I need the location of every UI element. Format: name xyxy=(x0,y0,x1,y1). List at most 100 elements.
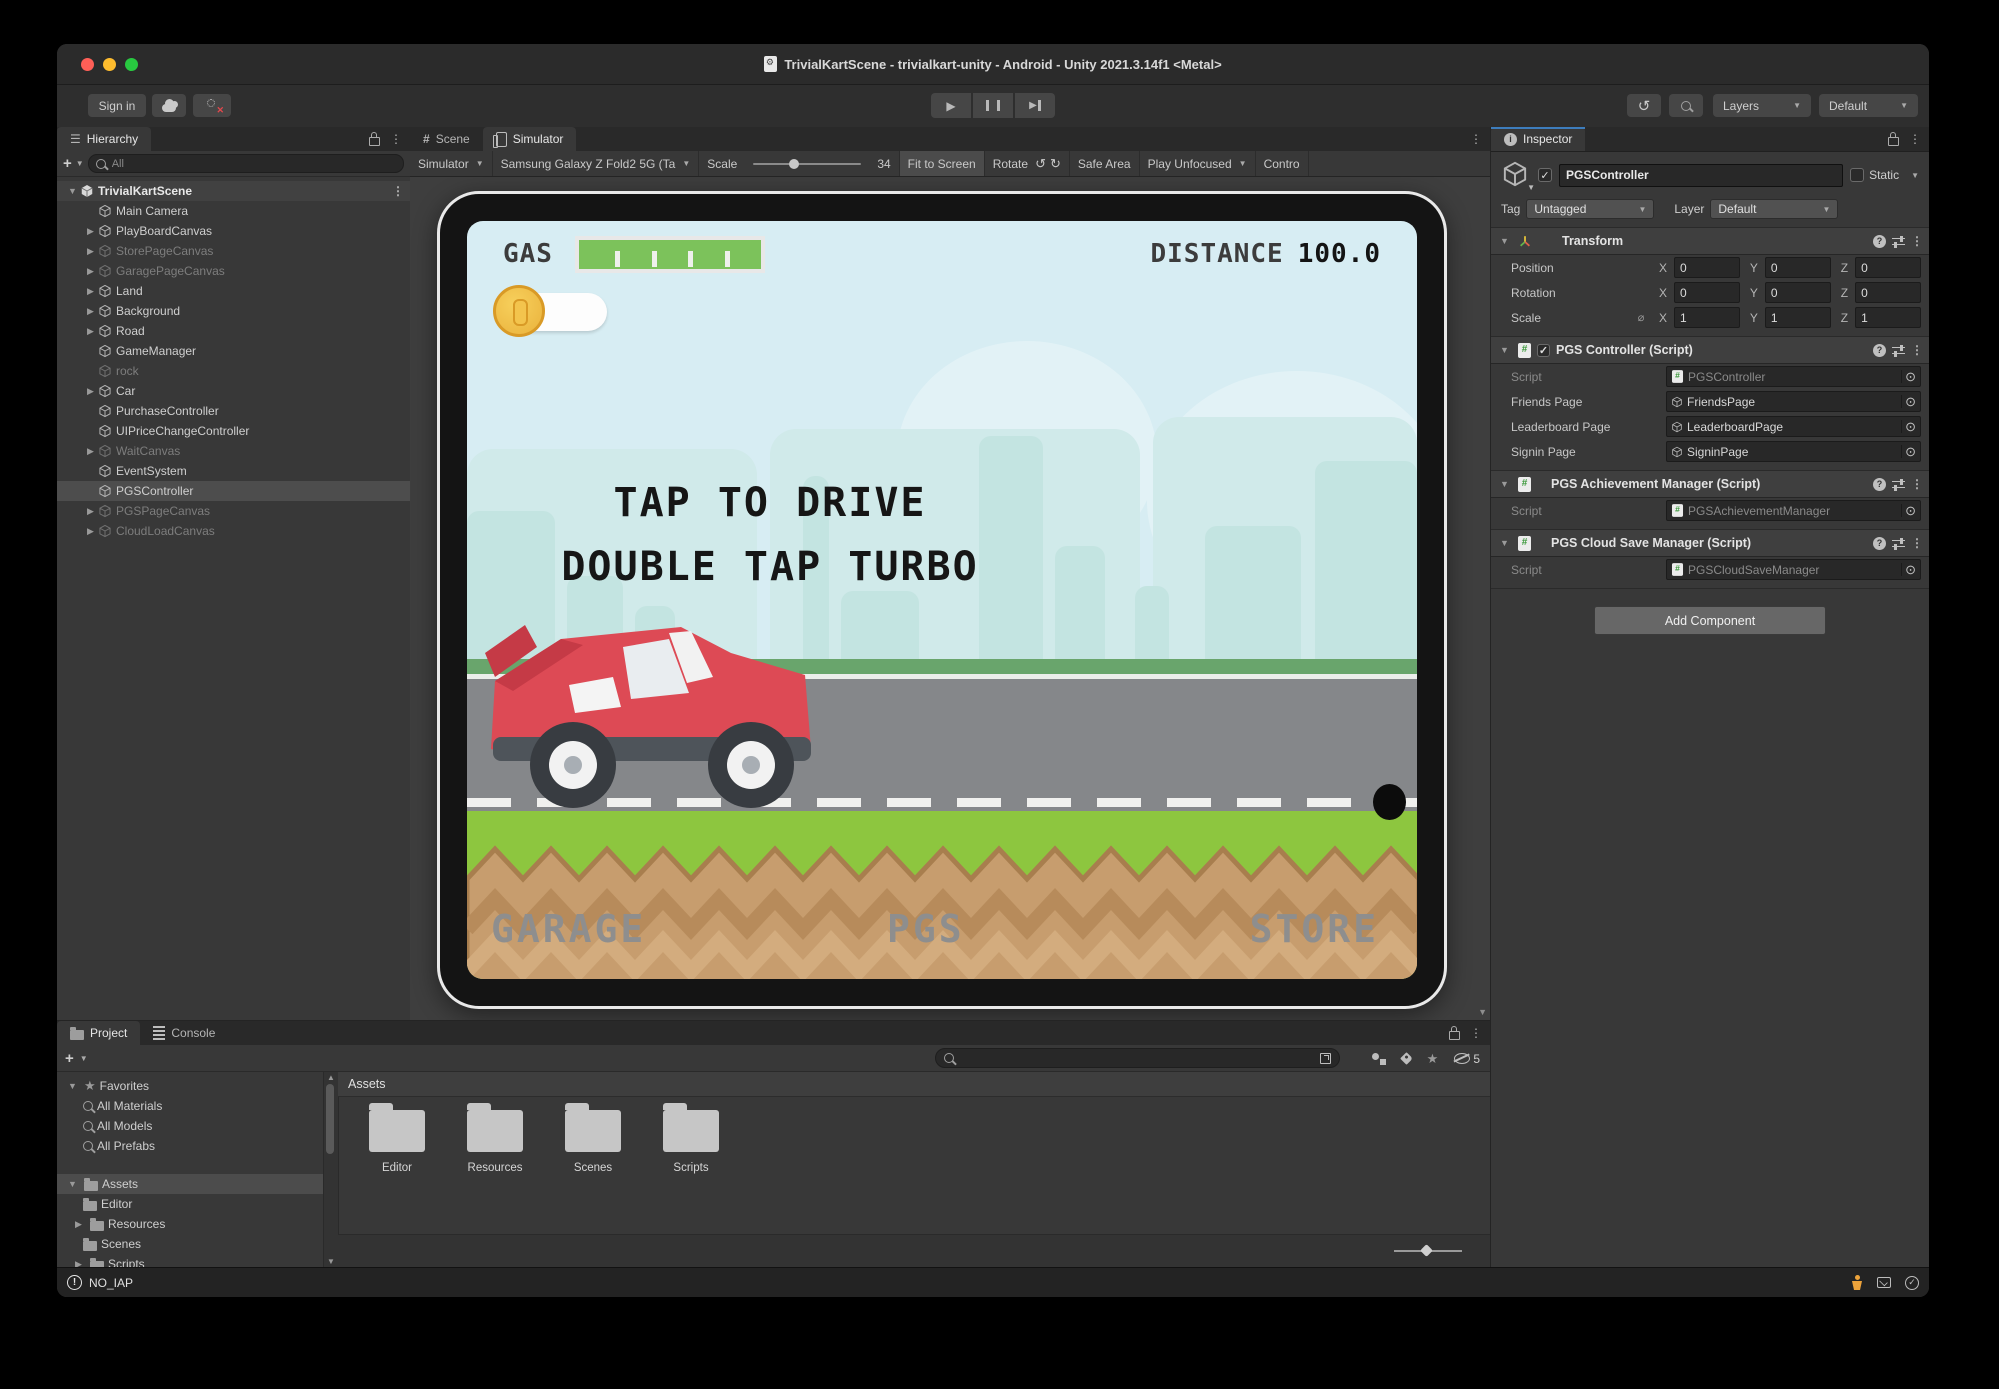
kebab-menu-icon[interactable]: ⋮ xyxy=(1911,235,1923,247)
foldout-open-icon[interactable]: ▼ xyxy=(65,186,80,196)
object-picker-icon[interactable]: ⊙ xyxy=(1901,445,1916,458)
foldout-closed-icon[interactable]: ▶ xyxy=(83,526,98,537)
active-checkbox[interactable]: ✓ xyxy=(1538,168,1552,182)
tree-item-favorites[interactable]: ▼ ★ Favorites xyxy=(57,1076,323,1096)
hierarchy-item[interactable]: ▶WaitCanvas xyxy=(57,441,410,461)
scale-z-field[interactable]: 1 xyxy=(1855,307,1921,328)
search-by-label-icon[interactable] xyxy=(1400,1052,1413,1065)
create-asset-button[interactable]: + xyxy=(65,1050,74,1067)
tree-item-all-materials[interactable]: All Materials xyxy=(57,1096,323,1116)
hierarchy-item[interactable]: ▶PGSPageCanvas xyxy=(57,501,410,521)
create-dropdown-icon[interactable]: ▼ xyxy=(80,1054,88,1063)
help-icon[interactable]: ? xyxy=(1873,537,1886,550)
kebab-menu-icon[interactable]: ⋮ xyxy=(390,133,402,145)
kebab-menu-icon[interactable]: ⋮ xyxy=(1470,1027,1482,1039)
tab-scene[interactable]: # Scene xyxy=(410,127,483,151)
simulator-mode-dropdown[interactable]: Simulator▼ xyxy=(410,151,493,176)
search-everything-button[interactable] xyxy=(1669,94,1703,117)
hierarchy-item-selected[interactable]: PGSController xyxy=(57,481,410,501)
scroll-down-arrow-icon[interactable]: ▼ xyxy=(326,1257,336,1266)
tree-item-scenes[interactable]: Scenes xyxy=(57,1234,323,1254)
kebab-menu-icon[interactable]: ⋮ xyxy=(1911,478,1923,490)
scale-x-field[interactable]: 1 xyxy=(1674,307,1740,328)
pgs-controller-header[interactable]: ▼ ✓ PGS Controller (Script) ? ⋮ xyxy=(1491,337,1929,364)
layout-dropdown[interactable]: Default ▼ xyxy=(1819,94,1918,117)
search-by-type-icon[interactable] xyxy=(1372,1053,1386,1065)
script-reference-field[interactable]: PGSAchievementManager ⊙ xyxy=(1666,500,1921,521)
play-button[interactable]: ▶ xyxy=(931,93,971,118)
tab-hierarchy[interactable]: ☰ Hierarchy xyxy=(57,127,151,151)
presets-icon[interactable] xyxy=(1892,538,1905,549)
tab-console[interactable]: Console xyxy=(140,1021,228,1045)
kebab-menu-icon[interactable]: ⋮ xyxy=(1911,537,1923,549)
hierarchy-item[interactable]: ▶GaragePageCanvas xyxy=(57,261,410,281)
hierarchy-item[interactable]: rock xyxy=(57,361,410,381)
hierarchy-item[interactable]: ▶CloudLoadCanvas xyxy=(57,521,410,541)
scroll-down-arrow-icon[interactable]: ▼ xyxy=(1478,1007,1487,1017)
tree-item-resources[interactable]: ▶ Resources xyxy=(57,1214,323,1234)
control-dropdown[interactable]: Contro xyxy=(1256,151,1309,176)
hierarchy-item-scene[interactable]: ▼ TrivialKartScene ⋮ xyxy=(57,181,410,201)
hierarchy-item[interactable]: Main Camera xyxy=(57,201,410,221)
foldout-closed-icon[interactable]: ▶ xyxy=(83,506,98,517)
foldout-closed-icon[interactable]: ▶ xyxy=(83,306,98,317)
hierarchy-item[interactable]: ▶Road xyxy=(57,321,410,341)
scale-y-field[interactable]: 1 xyxy=(1765,307,1831,328)
hierarchy-item[interactable]: ▶PlayBoardCanvas xyxy=(57,221,410,241)
collab-activity-icon[interactable] xyxy=(1851,1275,1863,1290)
kebab-menu-icon[interactable]: ⋮ xyxy=(1470,133,1482,145)
hierarchy-item[interactable]: GameManager xyxy=(57,341,410,361)
code-coverage-check-icon[interactable]: ✓ xyxy=(1905,1276,1919,1290)
tree-item-all-models[interactable]: All Models xyxy=(57,1116,323,1136)
hierarchy-item[interactable]: ▶Car xyxy=(57,381,410,401)
create-object-button[interactable]: + xyxy=(63,155,72,172)
foldout-open-icon[interactable]: ▼ xyxy=(1497,538,1512,548)
add-component-button[interactable]: Add Component xyxy=(1594,606,1826,635)
pgs-button[interactable]: PGS xyxy=(887,907,965,951)
hierarchy-item[interactable]: UIPriceChangeController xyxy=(57,421,410,441)
static-dropdown-icon[interactable]: ▼ xyxy=(1911,171,1919,180)
rotate-ccw-icon[interactable]: ↺ xyxy=(1035,156,1046,172)
open-search-window-icon[interactable] xyxy=(1320,1053,1331,1064)
hierarchy-item[interactable]: ▶Land xyxy=(57,281,410,301)
foldout-closed-icon[interactable]: ▶ xyxy=(83,446,98,457)
static-checkbox[interactable]: ✓ xyxy=(1850,168,1864,182)
foldout-closed-icon[interactable]: ▶ xyxy=(83,286,98,297)
scale-slider-thumb[interactable] xyxy=(789,159,799,169)
rotate-cw-icon[interactable]: ↻ xyxy=(1050,156,1061,172)
tree-item-assets[interactable]: ▼ Assets xyxy=(57,1174,323,1194)
pgs-achievement-manager-header[interactable]: ▼ PGS Achievement Manager (Script) ? ⋮ xyxy=(1491,471,1929,498)
kebab-menu-icon[interactable]: ⋮ xyxy=(392,185,404,197)
help-icon[interactable]: ? xyxy=(1873,344,1886,357)
layers-dropdown[interactable]: Layers ▼ xyxy=(1713,94,1811,117)
transform-header[interactable]: ▼ Transform ? ⋮ xyxy=(1491,228,1929,255)
position-x-field[interactable]: 0 xyxy=(1674,257,1740,278)
pause-button[interactable] xyxy=(973,93,1013,118)
position-y-field[interactable]: 0 xyxy=(1765,257,1831,278)
scroll-up-arrow-icon[interactable]: ▲ xyxy=(326,1073,336,1082)
tab-inspector[interactable]: i Inspector xyxy=(1491,127,1585,151)
scale-slider[interactable] xyxy=(753,163,861,165)
safe-area-button[interactable]: Safe Area xyxy=(1070,151,1140,176)
scrollbar-thumb[interactable] xyxy=(326,1084,334,1154)
layer-dropdown[interactable]: Default▼ xyxy=(1710,199,1838,219)
kebab-menu-icon[interactable]: ⋮ xyxy=(1911,344,1923,356)
gameobject-icon-large[interactable]: ▼ xyxy=(1501,160,1531,190)
help-icon[interactable]: ? xyxy=(1873,235,1886,248)
game-screen[interactable]: GAS DISTANCE 100.0 TAP T xyxy=(467,221,1417,979)
asset-folder-scenes[interactable]: Scenes xyxy=(548,1110,638,1174)
garage-button[interactable]: GARAGE xyxy=(491,907,646,951)
foldout-open-icon[interactable]: ▼ xyxy=(1497,479,1512,489)
status-message[interactable]: NO_IAP xyxy=(89,1276,133,1290)
store-button[interactable]: STORE xyxy=(1250,907,1379,951)
position-z-field[interactable]: 0 xyxy=(1855,257,1921,278)
favorites-star-icon[interactable]: ★ xyxy=(1427,1051,1439,1067)
leaderboard-page-field[interactable]: LeaderboardPage ⊙ xyxy=(1666,416,1921,437)
object-picker-icon[interactable]: ⊙ xyxy=(1901,395,1916,408)
rotate-controls[interactable]: Rotate ↺ ↻ xyxy=(985,151,1070,176)
signin-page-field[interactable]: SigninPage ⊙ xyxy=(1666,441,1921,462)
rotation-z-field[interactable]: 0 xyxy=(1855,282,1921,303)
hierarchy-searchbox[interactable] xyxy=(88,154,404,173)
hierarchy-item[interactable]: EventSystem xyxy=(57,461,410,481)
fit-to-screen-button[interactable]: Fit to Screen xyxy=(900,151,985,176)
